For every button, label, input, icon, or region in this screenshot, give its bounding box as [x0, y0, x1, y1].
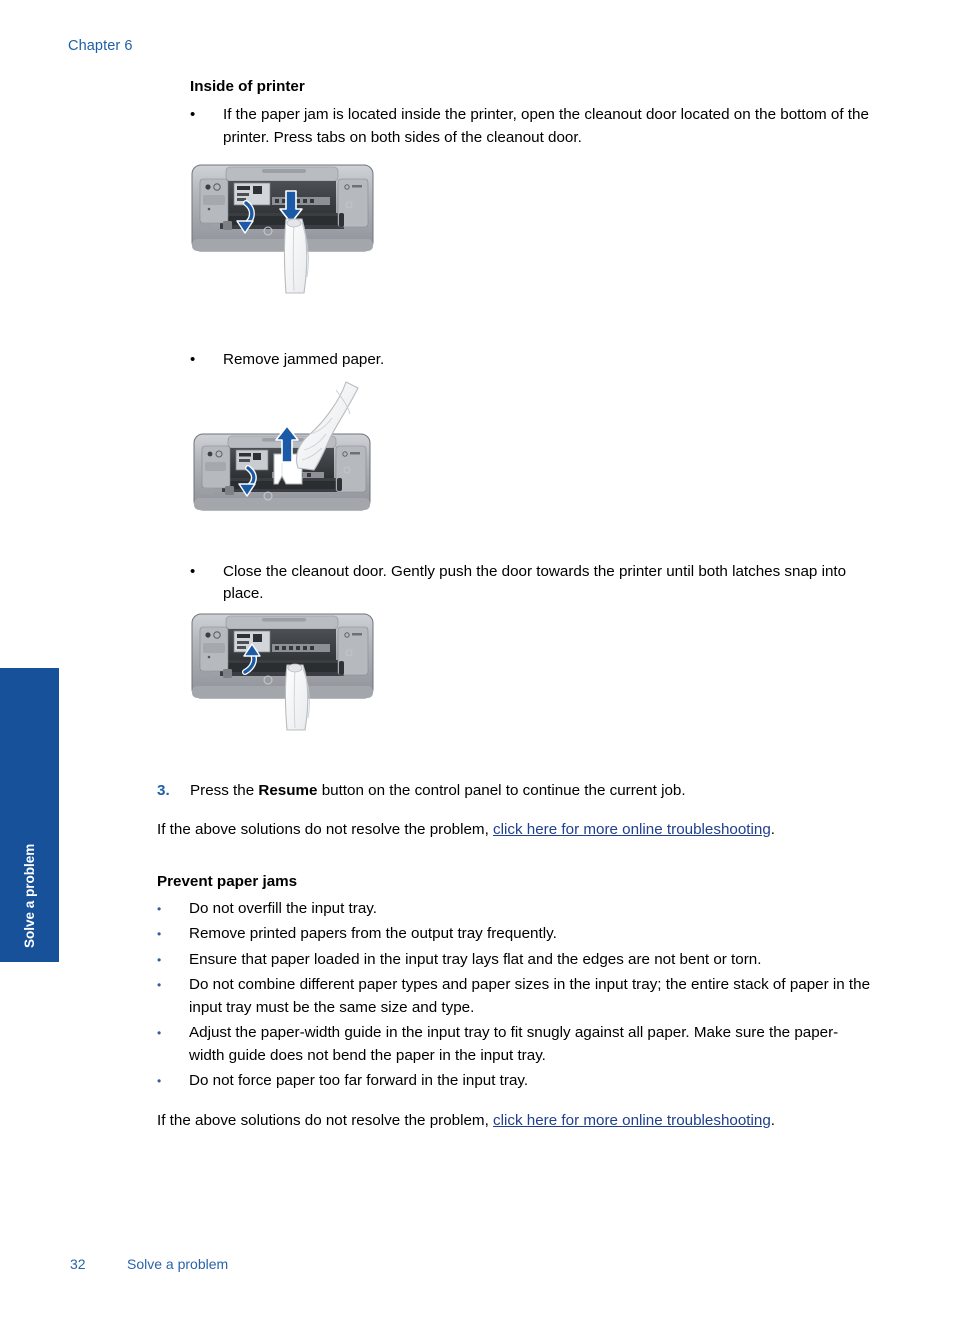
paragraph-lead: If the above solutions do not resolve th… — [157, 1111, 494, 1129]
bullet-open-cleanout-door: • If the paper jam is located inside the… — [157, 104, 873, 149]
numbered-step-3: 3. Press the Resume button on the contro… — [157, 779, 873, 802]
bullet-marker: • — [190, 106, 196, 123]
document-page: Chapter 6 Solve a problem Inside of prin… — [0, 0, 954, 1321]
bullet-marker: • — [157, 927, 162, 941]
bullet-text: If the paper jam is located inside the p… — [223, 106, 869, 146]
bullet-marker: • — [190, 351, 196, 368]
troubleshoot-paragraph-1: If the above solutions do not resolve th… — [157, 818, 873, 841]
bullet-text: Remove jammed paper. — [223, 351, 385, 368]
chapter-header: Chapter 6 — [68, 38, 133, 54]
side-thumb-tab-label: Solve a problem — [22, 843, 37, 948]
list-item: • Remove printed papers from the output … — [157, 923, 873, 946]
figure-3-wrapper — [157, 610, 873, 737]
list-item-text: Do not overfill the input tray. — [189, 899, 377, 917]
section-heading-prevent-paper-jams: Prevent paper jams — [157, 872, 298, 890]
bullet-marker: • — [157, 952, 162, 967]
footer-page-number: 32 — [70, 1256, 86, 1272]
list-item: • Do not overfill the input tray. — [157, 898, 873, 921]
online-troubleshooting-link[interactable]: click here for more online troubleshooti… — [493, 821, 771, 838]
step-bold-resume: Resume — [258, 781, 318, 799]
list-item-text: Ensure that paper loaded in the input tr… — [189, 950, 762, 968]
bullet-text: Close the cleanout door. Gently push the… — [223, 562, 847, 603]
paragraph-tail: . — [770, 820, 776, 838]
bullet-remove-jammed-paper: • Remove jammed paper. — [157, 349, 873, 372]
list-item-text: Do not combine different paper types and… — [189, 976, 871, 1016]
list-item: • Do not combine different paper types a… — [157, 974, 873, 1019]
printer-remove-jammed-paper-illustration — [193, 380, 371, 510]
troubleshoot-paragraph-2: If the above solutions do not resolve th… — [157, 1109, 873, 1132]
step-number: 3. — [157, 781, 170, 799]
printer-close-cleanout-door-illustration — [191, 613, 374, 731]
paragraph-lead: If the above solutions do not resolve th… — [157, 820, 494, 838]
printer-open-cleanout-door-illustration — [191, 164, 374, 294]
content-column: Inside of printer • If the paper jam is … — [157, 78, 873, 1132]
step-text-before: Press the — [190, 781, 259, 799]
section-heading-inside-of-printer: Inside of printer — [190, 78, 305, 95]
bullet-close-cleanout-door: • Close the cleanout door. Gently push t… — [157, 561, 873, 606]
list-item-text: Do not force paper too far forward in th… — [189, 1072, 529, 1089]
step-text: Press the Resume button on the control p… — [190, 779, 873, 802]
figure-1-wrapper — [157, 153, 873, 313]
paragraph-tail: . — [770, 1111, 776, 1129]
figure-2-wrapper — [157, 376, 873, 531]
bullet-marker: • — [157, 1074, 162, 1088]
bullet-marker: • — [190, 562, 196, 580]
page-footer: 32 Solve a problem — [70, 1256, 228, 1272]
list-item: • Adjust the paper-width guide in the in… — [157, 1022, 873, 1067]
bullet-marker: • — [157, 901, 162, 916]
step-text-after: button on the control panel to continue … — [317, 781, 686, 799]
footer-section-label: Solve a problem — [127, 1256, 229, 1272]
list-item-text: Adjust the paper-width guide in the inpu… — [189, 1024, 839, 1064]
list-item: • Do not force paper too far forward in … — [157, 1070, 873, 1093]
list-item: • Ensure that paper loaded in the input … — [157, 949, 873, 972]
bullet-marker: • — [157, 1026, 162, 1040]
list-item-text: Remove printed papers from the output tr… — [189, 925, 557, 942]
online-troubleshooting-link[interactable]: click here for more online troubleshooti… — [493, 1112, 771, 1129]
prevent-paper-jams-list: • Do not overfill the input tray. • Remo… — [157, 898, 873, 1093]
bullet-marker: • — [157, 978, 162, 992]
side-thumb-tab: Solve a problem — [0, 668, 59, 962]
